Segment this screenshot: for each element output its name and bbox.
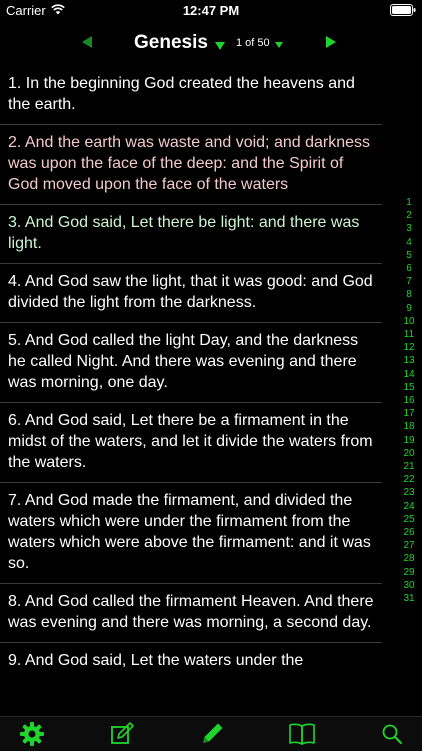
compose-tab[interactable] <box>108 720 136 748</box>
next-chapter-button[interactable] <box>324 34 342 54</box>
chapter-selector[interactable]: 1 of 50 <box>236 37 284 49</box>
triangle-down-icon <box>214 42 225 50</box>
verse-index-item[interactable]: 30 <box>398 579 420 592</box>
verse-index-item[interactable]: 6 <box>398 262 420 275</box>
verse-item[interactable]: 2. And the earth was waste and void; and… <box>0 125 382 205</box>
verse-item[interactable]: 4. And God saw the light, that it was go… <box>0 264 382 323</box>
verse-list[interactable]: 1. In the beginning God created the heav… <box>0 66 396 716</box>
verse-item[interactable]: 5. And God called the light Day, and the… <box>0 323 382 403</box>
verse-index-item[interactable]: 10 <box>398 315 420 328</box>
verse-index-item[interactable]: 7 <box>398 275 420 288</box>
triangle-down-icon <box>274 41 283 48</box>
verse-index-item[interactable]: 4 <box>398 236 420 249</box>
verse-index-item[interactable]: 23 <box>398 486 420 499</box>
battery-icon <box>390 4 416 19</box>
verse-index[interactable]: 1 2 3 4 5 6 7 8 9 10 11 12 13 14 15 16 1… <box>398 196 420 605</box>
verse-index-item[interactable]: 28 <box>398 552 420 565</box>
triangle-right-icon <box>326 36 336 48</box>
previous-chapter-button[interactable] <box>80 34 98 54</box>
verse-index-item[interactable]: 3 <box>398 222 420 235</box>
verse-index-item[interactable]: 2 <box>398 209 420 222</box>
verse-index-item[interactable]: 29 <box>398 566 420 579</box>
verse-index-item[interactable]: 25 <box>398 513 420 526</box>
verse-index-item[interactable]: 1 <box>398 196 420 209</box>
book-icon <box>289 723 315 745</box>
verse-index-item[interactable]: 8 <box>398 288 420 301</box>
verse-index-item[interactable]: 5 <box>398 249 420 262</box>
verse-index-item[interactable]: 17 <box>398 407 420 420</box>
verse-index-item[interactable]: 20 <box>398 447 420 460</box>
verse-index-item[interactable]: 14 <box>398 368 420 381</box>
verse-item[interactable]: 9. And God said, Let the waters under th… <box>0 643 382 680</box>
verse-index-item[interactable]: 19 <box>398 434 420 447</box>
verse-index-item[interactable]: 11 <box>398 328 420 341</box>
tab-bar <box>0 716 422 751</box>
settings-tab[interactable] <box>18 720 46 748</box>
book-title: Genesis <box>134 32 208 53</box>
pencil-tab[interactable] <box>198 720 226 748</box>
verse-index-item[interactable]: 9 <box>398 302 420 315</box>
verse-index-item[interactable]: 24 <box>398 500 420 513</box>
status-time: 12:47 PM <box>182 3 240 18</box>
verse-item[interactable]: 7. And God made the firmament, and divid… <box>0 483 382 584</box>
triangle-left-icon <box>82 36 92 48</box>
verse-item[interactable]: 3. And God said, Let there be light: and… <box>0 205 382 264</box>
status-bar: Carrier 12:47 PM <box>0 0 422 22</box>
verse-index-item[interactable]: 15 <box>398 381 420 394</box>
nav-bar: Genesis 1 of 50 <box>0 22 422 66</box>
search-icon <box>382 724 402 744</box>
compose-icon <box>111 722 134 744</box>
book-selector[interactable]: Genesis <box>134 32 226 54</box>
verse-index-item[interactable]: 16 <box>398 394 420 407</box>
verse-item[interactable]: 6. And God said, Let there be a firmamen… <box>0 403 382 483</box>
gear-icon <box>20 722 44 746</box>
verse-index-item[interactable]: 13 <box>398 354 420 367</box>
search-tab[interactable] <box>378 720 406 748</box>
verse-item[interactable]: 1. In the beginning God created the heav… <box>0 66 382 125</box>
verse-index-item[interactable]: 18 <box>398 420 420 433</box>
verse-index-item[interactable]: 22 <box>398 473 420 486</box>
verse-index-item[interactable]: 27 <box>398 539 420 552</box>
verse-item[interactable]: 8. And God called the firmament Heaven. … <box>0 584 382 643</box>
chapter-label: 1 of 50 <box>236 37 270 49</box>
verse-index-item[interactable]: 21 <box>398 460 420 473</box>
pencil-icon <box>203 723 223 743</box>
verse-index-item[interactable]: 31 <box>398 592 420 605</box>
verse-index-item[interactable]: 26 <box>398 526 420 539</box>
verse-index-item[interactable]: 12 <box>398 341 420 354</box>
bookmarks-tab[interactable] <box>288 720 316 748</box>
